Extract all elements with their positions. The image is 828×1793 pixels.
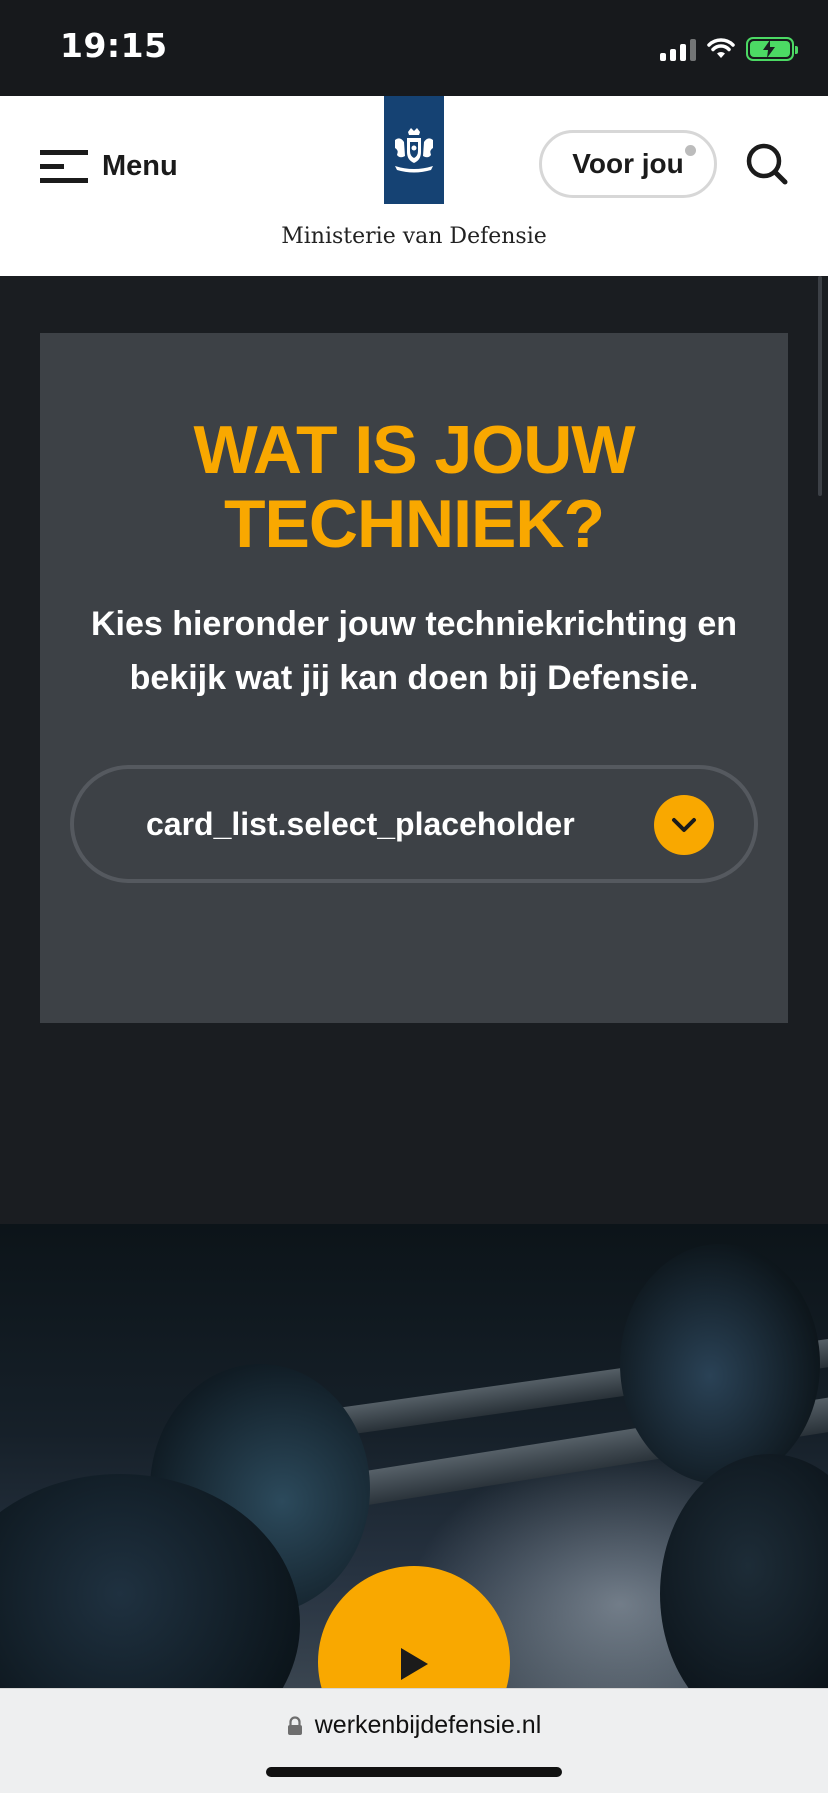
battery-charging-icon (746, 37, 798, 61)
ministry-name: Ministerie van Defensie (281, 224, 547, 249)
card-title: WAT IS JOUW TECHNIEK? (40, 413, 788, 561)
menu-button[interactable]: Menu (40, 148, 178, 184)
select-value: card_list.select_placeholder (146, 806, 575, 842)
card-title-line2: TECHNIEK? (223, 486, 605, 562)
url-text: werkenbijdefensie.nl (314, 1711, 542, 1739)
rijksoverheid-logo[interactable] (384, 96, 444, 204)
status-icons (660, 34, 798, 64)
menu-label: Menu (102, 149, 178, 182)
techniek-select[interactable]: card_list.select_placeholder (70, 765, 758, 883)
card-description-line1: Kies hieronder jouw techniekrichting en (90, 605, 738, 643)
coat-of-arms-icon (395, 128, 433, 173)
person-silhouette (660, 1454, 828, 1688)
main-content: WAT IS JOUW TECHNIEK? Kies hieronder jou… (0, 276, 828, 1224)
search-icon (746, 143, 788, 185)
site-header: Menu Ministerie van Defensie Voor jou (0, 96, 828, 276)
status-bar: 19:15 (0, 0, 828, 96)
chevron-down-icon (654, 795, 714, 855)
scrollbar-thumb[interactable] (818, 276, 822, 496)
browser-url-bar[interactable]: werkenbijdefensie.nl (0, 1688, 828, 1793)
hamburger-icon (40, 150, 88, 183)
card-description-line2: bekijk wat jij kan doen bij Defensie. (129, 659, 699, 697)
notification-dot (685, 145, 696, 156)
lock-icon (287, 1715, 302, 1735)
voor-jou-button[interactable]: Voor jou (539, 130, 717, 198)
card-title-line1: WAT IS JOUW (193, 412, 635, 488)
card-description: Kies hieronder jouw techniekrichting en … (70, 597, 758, 705)
person-silhouette (620, 1244, 820, 1484)
play-button[interactable] (318, 1566, 510, 1688)
wifi-icon (707, 38, 735, 58)
status-time: 19:15 (60, 26, 168, 65)
url-display[interactable]: werkenbijdefensie.nl (0, 1711, 828, 1740)
play-icon (401, 1648, 428, 1680)
video-thumbnail[interactable] (0, 1224, 828, 1688)
voor-jou-label: Voor jou (572, 148, 684, 179)
search-button[interactable] (745, 142, 789, 190)
home-indicator[interactable] (266, 1767, 562, 1777)
techniek-card: WAT IS JOUW TECHNIEK? Kies hieronder jou… (40, 333, 788, 1023)
cellular-signal-icon (660, 37, 696, 61)
